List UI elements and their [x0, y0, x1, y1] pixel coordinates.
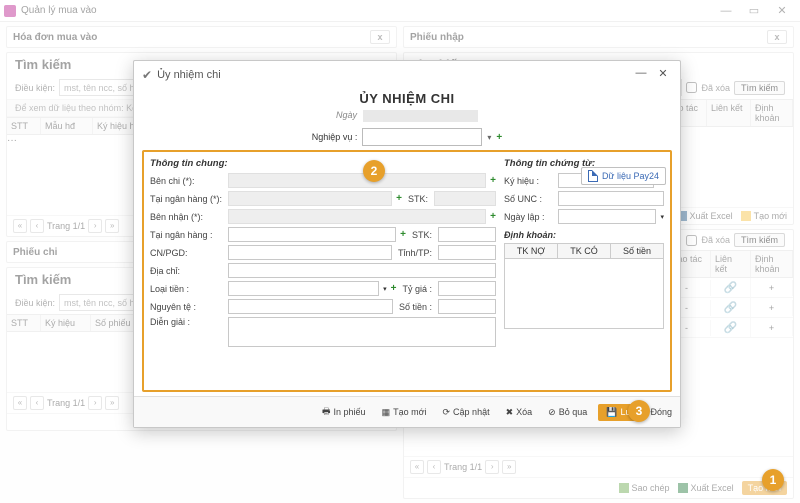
date-value-blank: [363, 110, 478, 122]
nghiepvu-label: Nghiệp vụ :: [312, 132, 358, 142]
nghiepvu-input[interactable]: [362, 128, 482, 146]
dropdown-icon[interactable]: ▾: [487, 133, 491, 142]
col-tkco[interactable]: TK CÓ: [558, 244, 611, 258]
col-sotien[interactable]: Số tiền: [611, 244, 663, 258]
pay24-button[interactable]: Dữ liệu Pay24: [581, 167, 666, 185]
nguyente-field[interactable]: [228, 299, 393, 314]
add-button[interactable]: +: [400, 229, 406, 240]
modal-new-button[interactable]: ▦Tạo mới: [377, 405, 432, 420]
diachi-label: Địa chỉ:: [150, 266, 224, 276]
refresh-icon: ⟳: [443, 407, 451, 418]
tygia-label: Tỷ giá :: [400, 284, 434, 294]
new-icon: ▦: [382, 407, 391, 418]
update-button[interactable]: ⟳Cập nhật: [438, 405, 495, 420]
col-tkno[interactable]: TK NỢ: [505, 244, 558, 258]
delete-button[interactable]: ✖Xóa: [501, 405, 538, 420]
skip-button[interactable]: ⊘Bỏ qua: [543, 405, 592, 420]
bennhan-label: Bên nhận (*):: [150, 212, 224, 222]
document-icon: [588, 170, 598, 182]
nganhang1-label: Tại ngân hàng (*):: [150, 194, 224, 204]
cnpgd-field[interactable]: [228, 245, 392, 260]
dropdown-icon[interactable]: ▾: [660, 213, 664, 221]
add-button[interactable]: +: [490, 211, 496, 222]
nguyente-label: Nguyên tệ :: [150, 302, 224, 312]
nganhang1-field[interactable]: [228, 191, 392, 206]
ngaylap-label: Ngày lập :: [504, 212, 554, 222]
tinhtp-label: Tỉnh/TP:: [396, 248, 434, 258]
benchi-field[interactable]: [228, 173, 486, 188]
tinhtp-field[interactable]: [438, 245, 496, 260]
add-button[interactable]: +: [396, 193, 402, 204]
modal-close-footer-button[interactable]: Đóng: [650, 407, 672, 417]
nganhang2-label: Tại ngân hàng :: [150, 230, 224, 240]
trash-icon: ✖: [506, 407, 514, 418]
stk-label: STK:: [406, 194, 430, 204]
sounc-field[interactable]: [558, 191, 664, 206]
diengiai-field[interactable]: [228, 317, 496, 347]
add-nghiepvu-button[interactable]: +: [496, 132, 502, 143]
modal-minimize-button[interactable]: —: [632, 67, 650, 83]
account-table-body[interactable]: [504, 259, 664, 329]
diengiai-label: Diễn giải :: [150, 317, 224, 327]
nganhang2-field[interactable]: [228, 227, 396, 242]
printer-icon: 🖶: [322, 404, 331, 420]
diachi-field[interactable]: [228, 263, 496, 278]
bennhan-field[interactable]: [228, 209, 486, 224]
modal-subtitle: Ủy nhiệm chi: [157, 69, 221, 81]
account-table-head: TK NỢ TK CÓ Số tiền: [504, 243, 664, 259]
check-icon: ✔: [142, 68, 152, 82]
ngaylap-field[interactable]: [558, 209, 656, 224]
sounc-label: Số UNC :: [504, 194, 554, 204]
section-title: Thông tin chung:: [150, 158, 496, 169]
kyhieu-label: Ký hiệu :: [504, 176, 554, 186]
benchi-label: Bên chi (*):: [150, 176, 224, 186]
modal-title: ỦY NHIỆM CHI: [142, 89, 672, 108]
dinhkhoan-label: Định khoản:: [504, 230, 664, 240]
dropdown-icon[interactable]: ▾: [383, 285, 387, 293]
tygia-field[interactable]: [438, 281, 496, 296]
stk2-label: STK:: [410, 230, 434, 240]
save-icon: 💾: [606, 407, 617, 418]
modal-close-button[interactable]: ✕: [654, 67, 672, 83]
callout-2: 2: [363, 160, 385, 182]
cnpgd-label: CN/PGD:: [150, 248, 224, 258]
loaitien-label: Loại tiền :: [150, 284, 224, 294]
skip-icon: ⊘: [548, 407, 556, 418]
sotien-field[interactable]: [438, 299, 496, 314]
add-button[interactable]: +: [490, 175, 496, 186]
payment-order-modal: ✔ Ủy nhiệm chi — ✕ ỦY NHIỆM CHI Ngày Ngh…: [133, 60, 681, 428]
callout-1: 1: [762, 469, 784, 491]
stk2-field[interactable]: [438, 227, 496, 242]
stk-field[interactable]: [434, 191, 496, 206]
print-button[interactable]: 🖶In phiếu: [317, 402, 371, 422]
date-label: Ngày: [336, 110, 357, 122]
loaitien-field[interactable]: [228, 281, 379, 296]
sotien-label: Số tiền :: [397, 302, 434, 312]
add-button[interactable]: +: [391, 283, 397, 294]
callout-3: 3: [628, 400, 650, 422]
